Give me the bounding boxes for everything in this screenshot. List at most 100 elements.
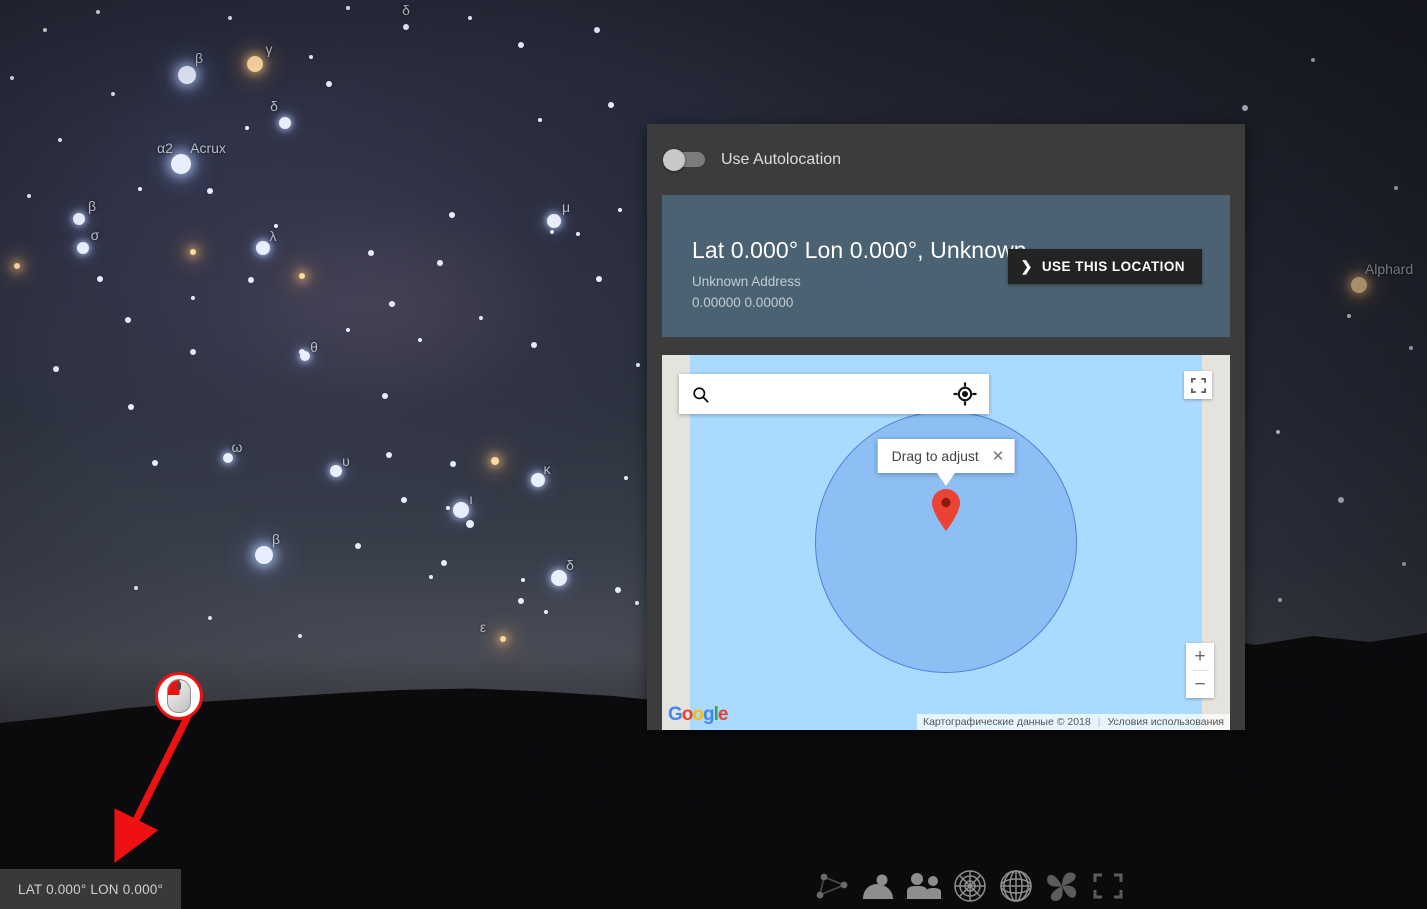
fullscreen-icon[interactable] bbox=[1089, 867, 1127, 905]
google-logo-g: G bbox=[668, 704, 683, 725]
zoom-out-button[interactable]: − bbox=[1186, 671, 1214, 698]
bottom-toolbar bbox=[813, 867, 1127, 905]
map-search-input[interactable] bbox=[722, 386, 953, 403]
star bbox=[468, 16, 472, 20]
close-icon[interactable]: ✕ bbox=[992, 449, 1005, 464]
star bbox=[279, 117, 291, 129]
star bbox=[594, 27, 600, 33]
star bbox=[1311, 58, 1315, 62]
location-address: Unknown Address bbox=[692, 274, 801, 290]
azimuthal-grid-icon[interactable] bbox=[951, 867, 989, 905]
star bbox=[441, 560, 447, 566]
map-search-box[interactable] bbox=[679, 374, 989, 415]
star bbox=[125, 317, 131, 323]
google-logo-e: e bbox=[717, 704, 729, 725]
drag-to-adjust-tooltip: Drag to adjust ✕ bbox=[877, 439, 1015, 474]
star bbox=[418, 338, 422, 342]
star bbox=[531, 342, 537, 348]
star bbox=[403, 24, 409, 30]
star bbox=[96, 10, 100, 14]
star bbox=[134, 586, 138, 590]
star bbox=[453, 502, 469, 518]
star bbox=[223, 453, 233, 463]
my-location-icon[interactable] bbox=[953, 382, 977, 406]
star bbox=[521, 578, 525, 582]
star bbox=[27, 194, 31, 198]
star bbox=[58, 138, 62, 142]
star bbox=[1338, 497, 1344, 503]
star bbox=[228, 16, 232, 20]
zoom-in-button[interactable]: + bbox=[1186, 643, 1214, 670]
star bbox=[544, 610, 548, 614]
google-logo-g2: g bbox=[703, 704, 715, 725]
star bbox=[389, 301, 395, 307]
tooltip-tail bbox=[937, 473, 955, 487]
google-map[interactable]: Drag to adjust ✕ + − Google Картографиче… bbox=[662, 355, 1230, 730]
google-logo-o1: o bbox=[681, 704, 694, 725]
terms-of-use-link[interactable]: Условия использования bbox=[1107, 716, 1224, 728]
star bbox=[1276, 430, 1280, 434]
map-data-attribution: Картографические данные © 2018 bbox=[922, 716, 1091, 728]
star bbox=[608, 102, 614, 108]
use-this-location-button[interactable]: ❯ USE THIS LOCATION bbox=[1007, 249, 1202, 285]
chevron-right-icon: ❯ bbox=[1020, 258, 1033, 275]
star bbox=[346, 328, 350, 332]
star bbox=[450, 461, 456, 467]
star bbox=[299, 273, 305, 279]
use-autolocation-label: Use Autolocation bbox=[721, 150, 842, 168]
use-this-location-label: USE THIS LOCATION bbox=[1041, 259, 1185, 275]
star bbox=[73, 213, 85, 225]
star bbox=[43, 28, 47, 32]
constellation-art-icon[interactable] bbox=[859, 867, 897, 905]
star bbox=[491, 457, 499, 465]
constellation-labels-icon[interactable] bbox=[905, 867, 943, 905]
star bbox=[191, 296, 195, 300]
star bbox=[255, 546, 273, 564]
star bbox=[446, 506, 450, 510]
map-fullscreen-button[interactable] bbox=[1184, 371, 1212, 400]
autolocation-row: Use Autolocation bbox=[647, 124, 1245, 195]
tooltip-label: Drag to adjust bbox=[891, 448, 979, 465]
star bbox=[615, 587, 621, 593]
star bbox=[178, 66, 196, 84]
google-logo-o2: o bbox=[692, 704, 704, 725]
star bbox=[551, 570, 567, 586]
search-icon bbox=[693, 386, 709, 403]
star bbox=[382, 393, 388, 399]
star bbox=[346, 6, 350, 10]
star bbox=[299, 349, 305, 355]
map-marker-pin[interactable] bbox=[930, 488, 962, 532]
google-logo: Google bbox=[668, 704, 729, 726]
star bbox=[330, 465, 342, 477]
star bbox=[624, 476, 628, 480]
ground-icon[interactable] bbox=[1043, 867, 1081, 905]
star bbox=[247, 56, 263, 72]
star bbox=[449, 212, 455, 218]
location-info-card: Lat 0.000° Lon 0.000°, Unknown Unknown A… bbox=[662, 195, 1230, 338]
star bbox=[479, 316, 483, 320]
star bbox=[138, 187, 142, 191]
star bbox=[500, 636, 506, 642]
mouse-click-indicator bbox=[155, 672, 203, 720]
star bbox=[550, 230, 554, 234]
star bbox=[1351, 277, 1367, 293]
star bbox=[1347, 314, 1351, 318]
star bbox=[10, 76, 14, 80]
star bbox=[635, 601, 639, 605]
constellation-lines-icon[interactable] bbox=[813, 867, 851, 905]
use-autolocation-toggle[interactable] bbox=[663, 148, 705, 171]
star bbox=[128, 404, 134, 410]
star bbox=[171, 154, 191, 174]
star bbox=[576, 232, 580, 236]
star bbox=[97, 276, 103, 282]
star bbox=[309, 55, 313, 59]
equatorial-grid-icon[interactable] bbox=[997, 867, 1035, 905]
star bbox=[274, 224, 278, 228]
star bbox=[368, 250, 374, 256]
star bbox=[437, 260, 443, 266]
toggle-knob bbox=[663, 148, 685, 171]
star bbox=[538, 118, 542, 122]
star bbox=[248, 277, 254, 283]
star bbox=[1394, 186, 1398, 190]
star bbox=[1242, 105, 1248, 111]
